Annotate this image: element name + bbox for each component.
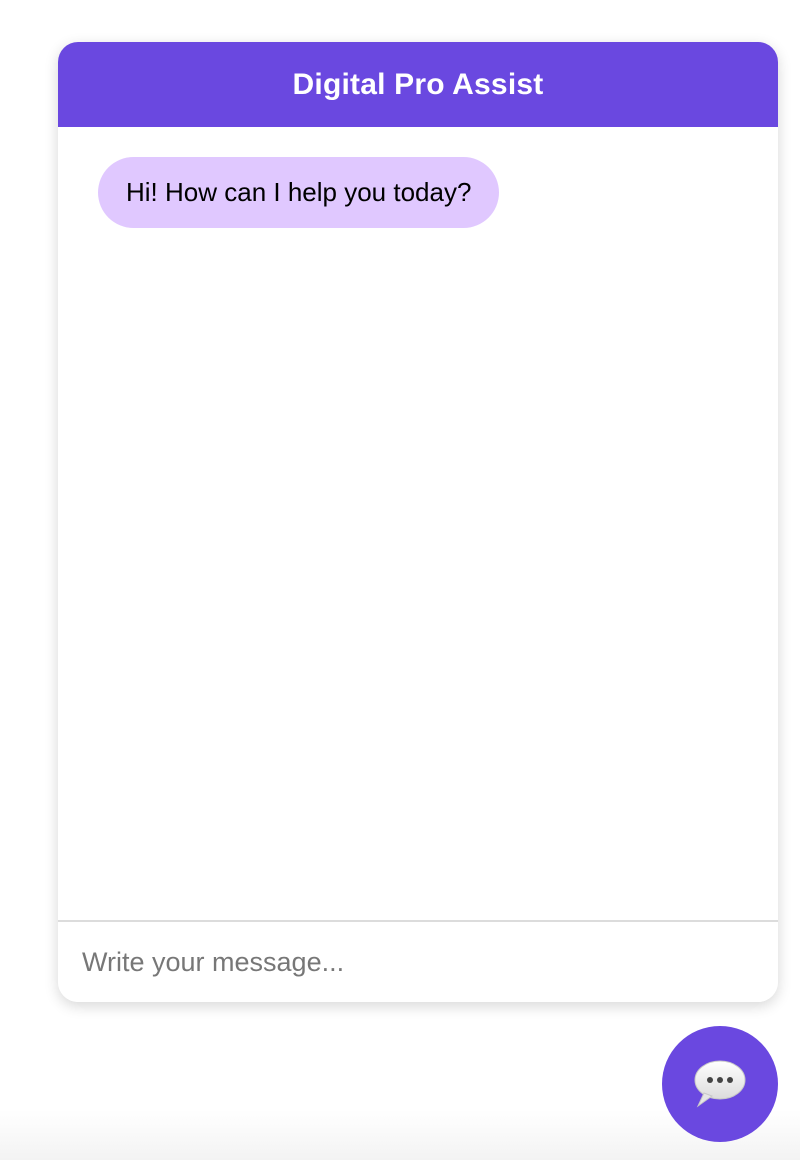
chat-messages: Hi! How can I help you today? — [58, 127, 778, 920]
bot-message-bubble: Hi! How can I help you today? — [98, 157, 500, 228]
chat-window: Digital Pro Assist Hi! How can I help yo… — [58, 42, 778, 1002]
page: Digital Pro Assist Hi! How can I help yo… — [0, 0, 800, 1160]
message-input-bar — [58, 920, 778, 1002]
speech-bubble-icon — [694, 1060, 746, 1108]
chat-launcher-button[interactable] — [662, 1026, 778, 1142]
message-input[interactable] — [58, 922, 778, 1002]
chat-title: Digital Pro Assist — [292, 67, 544, 101]
chat-header: Digital Pro Assist — [58, 42, 778, 127]
